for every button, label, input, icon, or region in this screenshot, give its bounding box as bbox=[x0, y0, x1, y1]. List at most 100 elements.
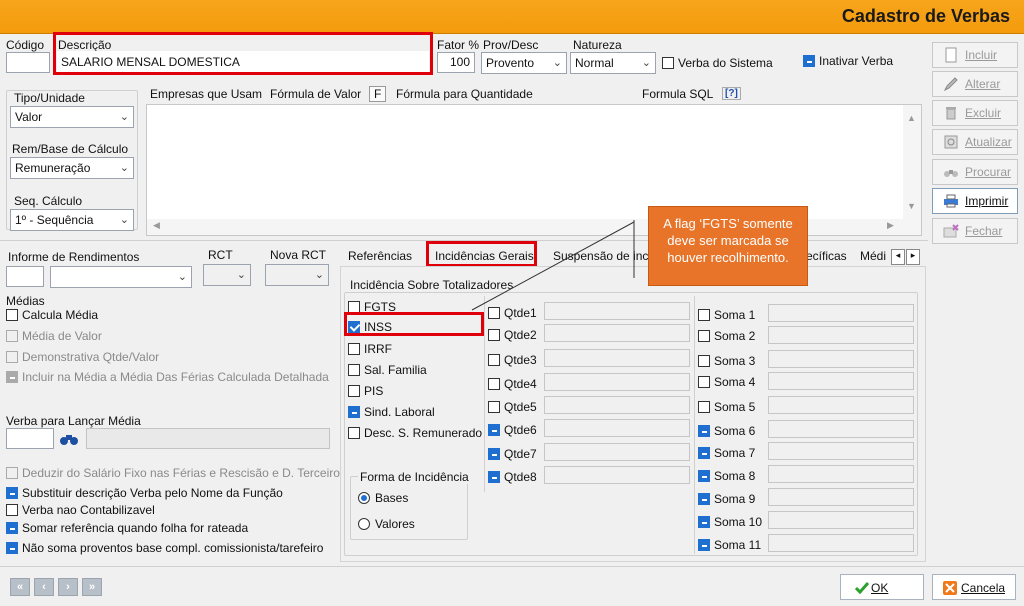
informe-select[interactable]: ⌄ bbox=[50, 266, 192, 288]
next-record-icon[interactable]: › bbox=[58, 578, 78, 596]
soma9-checkbox[interactable]: Soma 9 bbox=[698, 492, 755, 506]
qtde5-checkbox[interactable]: Qtde5 bbox=[488, 400, 537, 414]
incluir-button[interactable]: Incluir bbox=[932, 42, 1018, 68]
soma3-checkbox[interactable]: Soma 3 bbox=[698, 354, 755, 368]
procurar-button[interactable]: Procurar bbox=[932, 159, 1018, 185]
qtde4-label: Qtde4 bbox=[504, 377, 537, 391]
qtde3-field[interactable] bbox=[544, 349, 690, 367]
soma4-field[interactable] bbox=[768, 372, 914, 390]
inativar-verba-checkbox[interactable]: Inativar Verba bbox=[803, 54, 893, 68]
nao-soma-checkbox[interactable]: Não soma proventos base compl. comission… bbox=[6, 541, 323, 555]
nova-rct-select[interactable]: ⌄ bbox=[265, 264, 329, 286]
qtde7-field[interactable] bbox=[544, 443, 690, 461]
soma1-checkbox[interactable]: Soma 1 bbox=[698, 308, 755, 322]
media-valor-checkbox[interactable]: Média de Valor bbox=[6, 329, 102, 343]
atualizar-button[interactable]: Atualizar bbox=[932, 129, 1018, 155]
soma5-checkbox[interactable]: Soma 5 bbox=[698, 400, 755, 414]
natureza-select[interactable]: Normal ⌄ bbox=[570, 52, 656, 74]
qtde4-field[interactable] bbox=[544, 373, 690, 391]
formula-f-button[interactable]: F bbox=[369, 86, 387, 102]
rem-select[interactable]: Remuneração ⌄ bbox=[10, 157, 134, 179]
qtde6-field[interactable] bbox=[544, 419, 690, 437]
rct-select[interactable]: ⌄ bbox=[203, 264, 251, 286]
sal-familia-checkbox[interactable]: Sal. Familia bbox=[348, 363, 427, 377]
tab-scroll-left-icon[interactable]: ◂ bbox=[891, 249, 905, 265]
soma10-field[interactable] bbox=[768, 511, 914, 529]
soma5-field[interactable] bbox=[768, 396, 914, 414]
deduzir-checkbox[interactable]: Deduzir do Salário Fixo nas Férias e Res… bbox=[6, 466, 340, 480]
fechar-button[interactable]: Fechar bbox=[932, 218, 1018, 244]
soma1-field[interactable] bbox=[768, 304, 914, 322]
chevron-down-icon: ⌄ bbox=[641, 57, 651, 69]
scroll-right-icon[interactable]: ▶ bbox=[887, 220, 894, 231]
soma6-checkbox[interactable]: Soma 6 bbox=[698, 424, 755, 438]
soma10-checkbox[interactable]: Soma 10 bbox=[698, 515, 762, 529]
sind-laboral-checkbox[interactable]: Sind. Laboral bbox=[348, 405, 435, 419]
soma7-checkbox[interactable]: Soma 7 bbox=[698, 446, 755, 460]
qtde2-field[interactable] bbox=[544, 324, 690, 342]
qtde4-checkbox[interactable]: Qtde4 bbox=[488, 377, 537, 391]
tab-especificas[interactable]: ecíficas bbox=[806, 249, 847, 263]
tab-referencias[interactable]: Referências bbox=[348, 249, 412, 263]
pis-checkbox[interactable]: PIS bbox=[348, 384, 383, 398]
irrf-checkbox[interactable]: IRRF bbox=[348, 342, 392, 356]
alterar-button[interactable]: Alterar bbox=[932, 71, 1018, 97]
qtde5-field[interactable] bbox=[544, 396, 690, 414]
qtde3-checkbox[interactable]: Qtde3 bbox=[488, 353, 537, 367]
scroll-down-icon[interactable]: ▼ bbox=[907, 201, 916, 211]
tab-empresas[interactable]: Empresas que Usam bbox=[150, 87, 262, 101]
verba-lancar-input[interactable] bbox=[6, 428, 54, 449]
fator-input[interactable]: 100 bbox=[437, 52, 475, 73]
qtde7-checkbox[interactable]: Qtde7 bbox=[488, 447, 537, 461]
soma9-field[interactable] bbox=[768, 488, 914, 506]
soma8-checkbox[interactable]: Soma 8 bbox=[698, 469, 755, 483]
desc-remunerado-checkbox[interactable]: Desc. S. Remunerado bbox=[348, 426, 482, 440]
nao-contabilizavel-checkbox[interactable]: Verba nao Contabilizavel bbox=[6, 503, 155, 517]
binoculars-icon[interactable] bbox=[60, 432, 78, 446]
soma8-field[interactable] bbox=[768, 465, 914, 483]
incluir-media-checkbox[interactable]: Incluir na Média a Média Das Férias Calc… bbox=[6, 370, 329, 384]
substituir-checkbox[interactable]: Substituir descrição Verba pelo Nome da … bbox=[6, 486, 283, 500]
scroll-left-icon[interactable]: ◀ bbox=[153, 220, 160, 231]
provdesc-select[interactable]: Provento ⌄ bbox=[481, 52, 567, 74]
calcula-media-checkbox[interactable]: Calcula Média bbox=[6, 308, 98, 322]
qtde8-checkbox[interactable]: Qtde8 bbox=[488, 470, 537, 484]
demonstrativa-checkbox[interactable]: Demonstrativa Qtde/Valor bbox=[6, 350, 159, 364]
qtde2-checkbox[interactable]: Qtde2 bbox=[488, 328, 537, 342]
excluir-button[interactable]: Excluir bbox=[932, 100, 1018, 126]
soma11-field[interactable] bbox=[768, 534, 914, 552]
seq-select[interactable]: 1º - Sequência ⌄ bbox=[10, 209, 134, 231]
soma3-field[interactable] bbox=[768, 350, 914, 368]
soma11-checkbox[interactable]: Soma 11 bbox=[698, 538, 761, 552]
tipo-select[interactable]: Valor ⌄ bbox=[10, 106, 134, 128]
tab-formula-valor[interactable]: Fórmula de Valor bbox=[270, 87, 361, 101]
soma6-field[interactable] bbox=[768, 420, 914, 438]
editor-vertical-scrollbar[interactable]: ▲ ▼ bbox=[903, 105, 921, 235]
informe-code-input[interactable] bbox=[6, 266, 44, 287]
qtde8-field[interactable] bbox=[544, 466, 690, 484]
imprimir-button[interactable]: Imprimir bbox=[932, 188, 1018, 214]
tab-medias[interactable]: Médi bbox=[860, 249, 886, 263]
soma7-field[interactable] bbox=[768, 442, 914, 460]
soma2-checkbox[interactable]: Soma 2 bbox=[698, 329, 755, 343]
scroll-up-icon[interactable]: ▲ bbox=[907, 113, 916, 123]
verba-sistema-checkbox[interactable]: Verba do Sistema bbox=[662, 56, 773, 70]
tab-formula-sql[interactable]: Formula SQL bbox=[642, 87, 713, 101]
sql-help-icon[interactable]: [?] bbox=[722, 87, 741, 100]
tab-scroll-right-icon[interactable]: ▸ bbox=[906, 249, 920, 265]
soma4-checkbox[interactable]: Soma 4 bbox=[698, 375, 755, 389]
qtde6-checkbox[interactable]: Qtde6 bbox=[488, 423, 537, 437]
tab-formula-quantidade[interactable]: Fórmula para Quantidade bbox=[396, 87, 533, 101]
checkbox-box bbox=[488, 448, 500, 460]
first-record-icon[interactable]: « bbox=[10, 578, 30, 596]
prev-record-icon[interactable]: ‹ bbox=[34, 578, 54, 596]
soma2-field[interactable] bbox=[768, 326, 914, 344]
bases-radio[interactable]: Bases bbox=[358, 491, 408, 505]
ok-button[interactable]: OK bbox=[840, 574, 924, 600]
codigo-input[interactable] bbox=[6, 52, 50, 73]
valores-radio[interactable]: Valores bbox=[358, 517, 415, 531]
cancel-button[interactable]: Cancela bbox=[932, 574, 1016, 600]
checkbox-box bbox=[6, 522, 18, 534]
somar-referencia-checkbox[interactable]: Somar referência quando folha for ratead… bbox=[6, 521, 248, 535]
last-record-icon[interactable]: » bbox=[82, 578, 102, 596]
